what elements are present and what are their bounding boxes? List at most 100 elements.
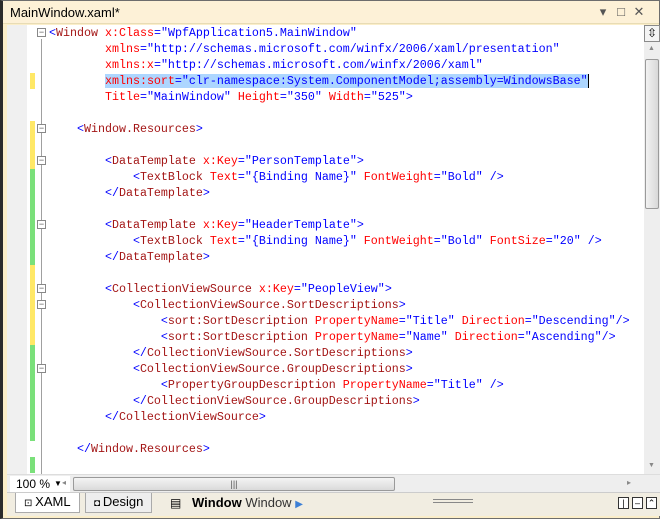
delimiter-token: < [49,170,140,184]
attribute-name-token: xmlns:sort [104,74,175,88]
delimiter-token: < [49,218,112,232]
attribute-name-token: FontWeight [356,234,434,248]
code-editor[interactable]: − − − − − − − <Window x:Class="WpfApplication5… [7,25,644,474]
scroll-thumb[interactable] [645,59,659,209]
delimiter-token: = [293,282,301,296]
attribute-name-token: xmlns:x [49,58,154,72]
breadcrumb-type[interactable]: Window [245,495,291,510]
tag-name-token: sort:SortDescription [167,314,308,328]
collapse-icon[interactable]: − [37,124,46,133]
tag-name-token: Window.Resources [83,122,196,136]
collapse-icon[interactable]: − [37,300,46,309]
delimiter-token: /> [482,170,504,184]
delimiter-token: = [426,378,434,392]
code-line[interactable]: <Window x:Class="WpfApplication5.MainWin… [49,25,357,41]
delimiter-token: < [49,378,168,392]
dropdown-icon[interactable]: ▾ [596,4,610,20]
delimiter-token: < [49,234,140,248]
tag-name-token: sort:SortDescription [167,330,308,344]
code-line[interactable]: <sort:SortDescription PropertyName="Titl… [49,313,630,329]
attribute-value-token: "WpfApplication5.MainWindow" [160,26,357,40]
scroll-right-icon[interactable]: ▸ [627,478,631,487]
delimiter-token: = [139,42,147,56]
delimiter-token: < [49,282,112,296]
splitter-handle[interactable] [433,499,473,503]
close-icon[interactable]: ✕ [632,4,646,20]
code-line[interactable]: xmlns:x="http://schemas.microsoft.com/wi… [49,57,483,73]
attribute-name-token: Text [202,234,238,248]
collapse-icon[interactable]: − [37,28,46,37]
code-line[interactable]: <CollectionViewSource.SortDescriptions> [49,297,406,313]
code-line[interactable]: </CollectionViewSource.GroupDescriptions… [49,393,420,409]
horizontal-scroll-thumb[interactable]: ||| [73,477,395,491]
tab-xaml[interactable]: ⊡ XAML [15,493,80,513]
collapse-icon[interactable]: − [37,284,46,293]
attribute-value-token: "20" [552,234,581,248]
delimiter-token: > [202,442,210,456]
code-line[interactable]: <DataTemplate x:Key="PersonTemplate"> [49,153,364,169]
code-line[interactable]: <PropertyGroupDescription PropertyName="… [49,377,504,393]
code-line[interactable]: <DataTemplate x:Key="HeaderTemplate"> [49,217,364,233]
scroll-down-icon[interactable]: ▼ [648,462,655,469]
scroll-left-icon[interactable]: ◂ [62,478,66,487]
delimiter-token: /> [482,378,504,392]
code-line[interactable]: </CollectionViewSource> [49,409,266,425]
code-line[interactable]: xmlns="http://schemas.microsoft.com/winf… [49,41,560,57]
delimiter-token: = [517,330,525,344]
delimiter-token: = [433,234,441,248]
tag-name-token: CollectionViewSource [111,282,252,296]
code-line[interactable]: <TextBlock Text="{Binding Name}" FontWei… [49,169,504,185]
collapse-icon[interactable]: − [37,364,46,373]
attribute-name-token: Width [321,90,364,104]
code-line[interactable]: Title="MainWindow" Height="350" Width="5… [49,89,413,105]
tag-name-token: CollectionViewSource.SortDescriptions [146,346,406,360]
document-outline-icon[interactable]: ▤ [170,496,181,510]
delimiter-token: < [49,314,168,328]
code-line[interactable]: <sort:SortDescription PropertyName="Name… [49,329,616,345]
code-line[interactable]: </CollectionViewSource.SortDescriptions> [49,345,413,361]
breadcrumb-element[interactable]: Window [192,495,242,510]
code-line[interactable]: xmlns:sort="clr-namespace:System.Compone… [49,73,589,89]
code-line[interactable]: <Window.Resources> [49,121,203,137]
delimiter-token: = [433,170,441,184]
delimiter-token: /> [601,330,616,344]
code-line[interactable]: <CollectionViewSource.GroupDescriptions> [49,361,413,377]
collapse-icon[interactable]: − [37,220,46,229]
attribute-value-token: "{Binding Name}" [244,234,357,248]
zoom-select[interactable]: 100 % ▼ [10,476,70,492]
attribute-name-token: FontWeight [356,170,434,184]
document-title[interactable]: MainWindow.xaml* [10,5,120,20]
tag-name-token: Window [56,26,98,40]
attribute-value-token: "http://schemas.microsoft.com/winfx/2006… [160,58,483,72]
horizontal-split-icon[interactable]: – [632,497,643,509]
attribute-value-token: "PersonTemplate" [244,154,357,168]
attribute-value-token: "525" [370,90,406,104]
attribute-value-token: "http://schemas.microsoft.com/winfx/2006… [146,42,560,56]
delimiter-token: = [524,314,532,328]
code-line[interactable]: <TextBlock Text="{Binding Name}" FontWei… [49,233,602,249]
maximize-icon[interactable]: □ [614,4,628,19]
scroll-up-icon[interactable]: ▲ [648,45,655,52]
delimiter-token: = [545,234,553,248]
attribute-name-token: Text [202,170,238,184]
code-line[interactable]: </DataTemplate> [49,249,210,265]
collapse-icon[interactable]: − [37,156,46,165]
breadcrumb-arrow-icon[interactable]: ▶ [295,499,303,510]
code-line[interactable]: </Window.Resources> [49,441,210,457]
code-line[interactable]: <CollectionViewSource x:Key="PeopleView"… [49,281,392,297]
tab-design[interactable]: ◘ Design [85,493,153,513]
delimiter-token: = [237,234,245,248]
code-line[interactable]: </DataTemplate> [49,185,210,201]
delimiter-token: </ [49,410,119,424]
tag-name-token: TextBlock [139,234,203,248]
attribute-name-token: xmlns [49,42,140,56]
horizontal-scrollbar[interactable]: 100 % ▼ ◂ ||| ▸ [7,474,660,492]
vertical-scrollbar[interactable]: ⇳ ▲ ▼ [644,25,660,474]
vertical-split-icon[interactable]: | [618,497,629,509]
split-view-icon[interactable]: ⇳ [644,25,660,42]
attribute-value-token: "Name" [405,330,448,344]
delimiter-token: = [398,330,406,344]
collapse-pane-icon[interactable]: ⌃ [646,497,657,509]
delimiter-token: > [412,394,420,408]
